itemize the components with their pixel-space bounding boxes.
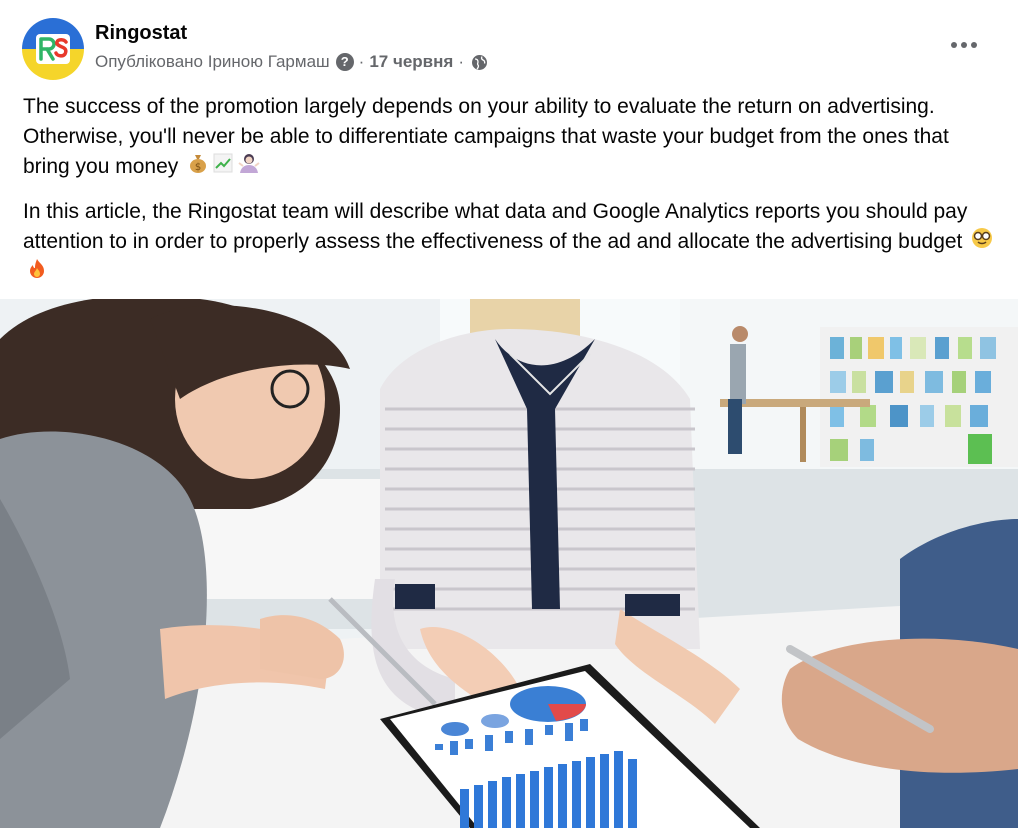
page-name[interactable]: Ringostat [95, 22, 187, 45]
post-header: Ringostat Опубліковано Іриною Гармаш ? ·… [22, 18, 996, 80]
post-date[interactable]: 17 червня [369, 52, 453, 72]
more-horizontal-icon [951, 42, 957, 48]
post-paragraph: In this article, the Ringostat team will… [23, 197, 995, 289]
separator: · [358, 52, 365, 71]
published-by[interactable]: Опубліковано Іриною Гармаш [95, 52, 330, 72]
money-bag-icon: $ [187, 152, 209, 183]
facebook-post: Ringostat Опубліковано Іриною Гармаш ? ·… [0, 0, 1018, 828]
post-paragraph: The success of the promotion largely dep… [23, 92, 995, 183]
globe-icon[interactable] [471, 54, 488, 71]
separator: · [458, 52, 464, 71]
more-options-button[interactable] [946, 30, 982, 60]
svg-text:$: $ [195, 162, 201, 173]
post-text: The success of the promotion largely dep… [23, 92, 995, 303]
question-circle-icon[interactable]: ? [335, 53, 354, 71]
chart-increasing-icon [212, 152, 234, 183]
paragraph-text: In this article, the Ringostat team will… [23, 200, 968, 254]
post-photo[interactable] [0, 299, 1018, 828]
ringostat-logo-icon [22, 18, 84, 80]
page-avatar[interactable] [22, 18, 84, 80]
post-meta: Опубліковано Іриною Гармаш ? · 17 червня… [95, 52, 488, 72]
meeting-photo [0, 299, 1018, 828]
person-gesturing-icon [237, 152, 261, 183]
fire-icon [26, 258, 48, 289]
paragraph-text: The success of the promotion largely dep… [23, 95, 949, 179]
nerd-face-icon [971, 227, 993, 258]
bookshelf [820, 327, 1018, 467]
